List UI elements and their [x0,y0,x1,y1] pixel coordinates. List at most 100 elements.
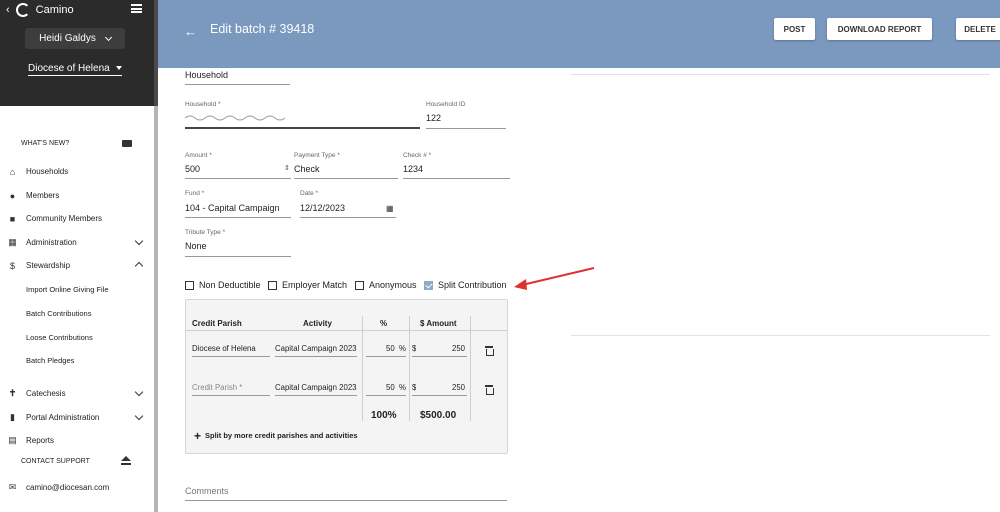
whats-new-label[interactable]: WHAT'S NEW? [21,140,69,147]
column-header-activity: Activity [303,319,332,328]
currency-symbol: $ [412,344,417,353]
post-button[interactable]: POST [774,18,815,40]
sidebar-subitem-batch-contributions[interactable]: Batch Contributions [26,309,91,318]
tribute-type-select[interactable]: None [185,241,207,251]
split-row-1-percent[interactable]: 50 [386,344,395,353]
news-icon[interactable] [122,140,132,147]
non-deductible-checkbox[interactable] [185,281,194,290]
underline [426,128,506,129]
sidebar-subitem-import-online-giving[interactable]: Import Online Giving File [26,285,109,294]
support-email: camino@diocesan.com [26,483,110,492]
calendar-icon[interactable]: ▦ [386,204,394,213]
redacted-value [185,115,286,121]
underline [366,356,406,357]
amount-label: Amount * [185,152,212,159]
fund-select[interactable]: 104 - Capital Campaign [185,203,280,213]
app-name: Camino [35,4,74,16]
back-chevron-icon[interactable]: ‹ [6,4,10,16]
household-id-field[interactable]: 122 [426,113,441,123]
split-row-2-activity[interactable]: Capital Campaign 2023 [275,383,357,392]
sidebar-item-stewardship[interactable]: $ Stewardship [0,260,154,271]
non-deductible-label[interactable]: Non Deductible [199,280,261,290]
underline [185,217,291,218]
tribute-type-label: Tribute Type * [185,229,226,236]
sidebar-subitem-loose-contributions[interactable]: Loose Contributions [26,333,93,342]
portal-icon: ▮ [10,412,15,422]
employer-match-label[interactable]: Employer Match [282,280,347,290]
amount-field[interactable]: 500 [185,164,200,174]
column-divider [409,316,410,421]
sidebar-item-households[interactable]: ⌂ Households [0,166,154,177]
column-header-amount: $ Amount [420,319,457,328]
download-report-button[interactable]: DOWNLOAD REPORT [827,18,932,40]
split-row-2-percent[interactable]: 50 [386,383,395,392]
anonymous-label[interactable]: Anonymous [369,280,417,290]
underline [366,395,406,396]
sidebar-item-label: Portal Administration [26,413,100,422]
sidebar-scrollbar[interactable] [154,0,158,512]
page-title: Edit batch # 39418 [210,22,315,36]
support-email-link[interactable]: ✉ camino@diocesan.com [0,482,154,493]
report-icon: ▤ [8,435,17,445]
delete-row-icon[interactable] [485,385,494,395]
split-contribution-checkbox[interactable] [424,281,433,290]
split-row-1-amount[interactable]: 250 [452,344,465,353]
split-row-2-amount[interactable]: 250 [452,383,465,392]
split-contribution-label[interactable]: Split Contribution [438,280,507,290]
people-icon: ● [9,190,16,201]
split-row-2-parish[interactable]: Credit Parish * [192,383,268,392]
sidebar-item-label: Stewardship [26,261,71,270]
sidebar-item-community-members[interactable]: ■ Community Members [0,213,154,224]
sidebar-item-portal-administration[interactable]: ▮ Portal Administration [0,411,154,423]
split-row-1-activity[interactable]: Capital Campaign 2023 [275,344,357,353]
brand[interactable]: ‹ Camino [6,2,74,18]
payment-type-select[interactable]: Check [294,164,320,174]
column-divider [362,316,363,421]
sidebar-item-reports[interactable]: ▤ Reports [0,435,154,446]
underline [275,356,357,357]
diocese-value: Diocese of Helena [28,62,110,74]
total-amount: $500.00 [420,410,457,421]
date-field[interactable]: 12/12/2023 [300,203,345,213]
sidebar-item-catechesis[interactable]: ✝ Catechesis [0,387,154,399]
sidebar-subitem-batch-pledges[interactable]: Batch Pledges [26,356,74,365]
employer-match-checkbox[interactable] [268,281,277,290]
user-menu-button[interactable]: Heidi Galdys [25,28,125,49]
delete-row-icon[interactable] [485,346,494,356]
cross-icon: ✝ [8,388,17,398]
anonymous-checkbox[interactable] [355,281,364,290]
divider [571,74,990,75]
household-label: Household * [185,101,221,108]
fund-label: Fund * [185,190,205,197]
eject-icon[interactable] [121,456,131,466]
underline [185,256,291,257]
sidebar-item-members[interactable]: ● Members [0,190,154,201]
underline [185,178,291,179]
sidebar-item-label: Catechesis [26,389,66,398]
underline [412,356,467,357]
underline [294,178,398,179]
add-split-button[interactable]: + Split by more credit parishes and acti… [194,430,358,442]
number-stepper-icon[interactable]: ⇕ [284,164,290,172]
sidebar-item-administration[interactable]: ▦ Administration [0,236,154,248]
household-input[interactable] [185,112,420,126]
split-row-1-parish[interactable]: Diocese of Helena [192,344,268,353]
column-header-percent: % [380,319,388,328]
sidebar-item-label: Households [26,167,69,176]
delete-button[interactable]: DELETE [956,18,1000,40]
household-type-select[interactable]: Household [185,70,228,80]
sidebar-item-label: Members [26,191,60,200]
camino-logo-icon [15,3,30,17]
check-number-field[interactable]: 1234 [403,164,423,174]
back-arrow-icon[interactable]: ← [184,24,197,39]
check-number-label: Check # * [403,152,432,159]
percent-unit: % [399,383,406,392]
sidebar-item-label: Reports [26,436,55,445]
chevron-up-icon [134,261,144,271]
column-divider [470,316,471,421]
underline [185,84,290,85]
diocese-select[interactable]: Diocese of Helena [28,61,122,76]
menu-icon[interactable] [131,4,142,13]
comments-field[interactable]: Comments [185,486,229,496]
underline [412,395,467,396]
